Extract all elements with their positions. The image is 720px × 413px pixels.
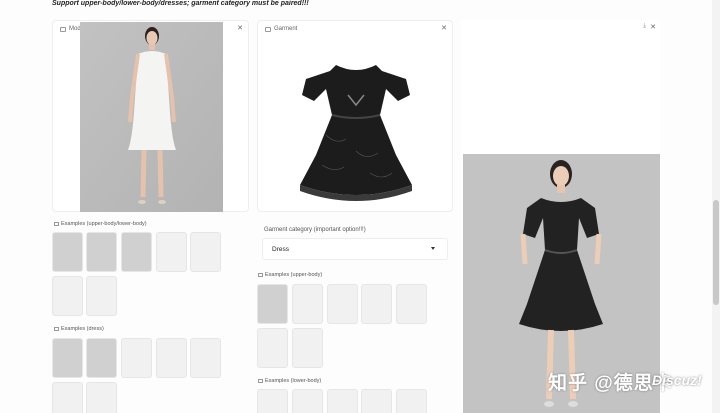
garment-category-label: Garment category (important option!!!) [264,227,366,233]
example-thumb[interactable] [156,232,187,272]
example-thumb[interactable] [327,284,358,324]
example-thumb[interactable] [292,284,323,324]
model-image [80,22,223,212]
example-thumb[interactable] [257,284,288,324]
page: Support upper-body/lower-body/dresses; g… [0,0,720,413]
close-icon[interactable]: ✕ [237,24,243,32]
list-icon [54,222,59,226]
example-thumb[interactable] [190,338,221,378]
garment-examples-lower-label: Examples (lower-body) [258,378,321,384]
list-icon [258,273,263,277]
example-thumb[interactable] [52,338,83,378]
list-icon [54,327,59,331]
example-thumb[interactable] [396,284,427,324]
example-thumb[interactable] [292,389,323,413]
example-thumb[interactable] [86,232,117,272]
example-thumb[interactable] [327,389,358,413]
top-note: Support upper-body/lower-body/dresses; g… [52,0,309,7]
example-thumb[interactable] [52,276,83,316]
example-thumb[interactable] [257,328,288,368]
list-icon [258,379,263,383]
model-examples-upper-lower-label: Examples (upper-body/lower-body) [54,221,147,227]
example-thumb[interactable] [86,382,117,413]
example-thumb[interactable] [52,382,83,413]
scrollbar[interactable] [712,0,720,413]
model-panel[interactable]: Model ✕ [52,20,249,212]
garment-panel[interactable]: Garment ✕ [257,20,453,212]
garment-image [300,65,412,201]
watermark-logo: Discuz! [652,372,702,388]
chevron-down-icon [431,247,435,250]
garment-label-text: Garment [274,26,298,32]
example-thumb[interactable] [156,338,187,378]
scrollbar-thumb[interactable] [713,200,719,305]
example-thumb[interactable] [52,232,83,272]
image-icon [60,26,66,32]
result-panel: ⤓ ✕ [461,20,660,413]
example-thumb[interactable] [396,389,427,413]
example-thumb[interactable] [292,328,323,368]
garment-panel-label: Garment [263,25,300,33]
example-thumb[interactable] [361,389,392,413]
image-icon [265,26,271,32]
example-thumb[interactable] [190,232,221,272]
garment-examples-upper-label: Examples (upper-body) [258,272,322,278]
garment-category-select[interactable]: Dress [262,238,448,260]
close-icon[interactable]: ✕ [650,23,656,31]
example-thumb[interactable] [121,338,152,378]
example-thumb[interactable] [361,284,392,324]
close-icon[interactable]: ✕ [441,24,447,32]
example-thumb[interactable] [257,389,288,413]
download-icon[interactable]: ⤓ [643,23,646,30]
example-thumb[interactable] [121,232,152,272]
example-thumb[interactable] [86,276,117,316]
example-thumb[interactable] [86,338,117,378]
model-examples-dress-label: Examples (dress) [54,326,104,332]
garment-category-value: Dress [272,245,289,253]
